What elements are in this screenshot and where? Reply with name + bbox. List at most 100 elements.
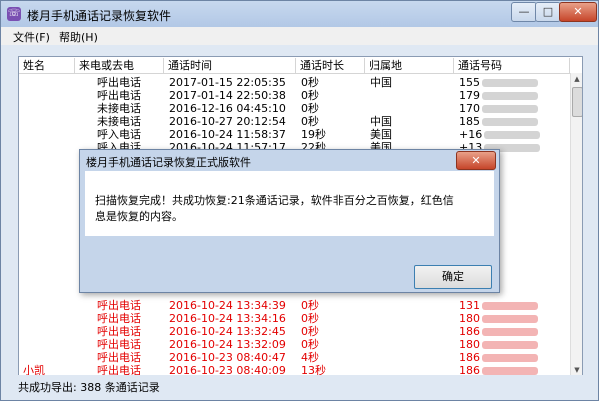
menu-bar: 文件(F) 帮助(H) [1, 27, 598, 45]
cell-time: 2016-10-24 11:58:37 [169, 128, 295, 141]
cell-type: 呼出电话 [97, 312, 163, 325]
ok-button[interactable]: 确定 [414, 265, 492, 289]
cell-duration: 0秒 [301, 89, 363, 102]
cell-time-text: 2016-10-24 13:32:09 [169, 338, 286, 351]
menu-help[interactable]: 帮助(H) [59, 29, 98, 45]
cell-type-text: 呼出电话 [97, 338, 141, 351]
phone-app-icon: ☏ [7, 7, 21, 21]
table-row[interactable]: 未接电话 2016-10-27 20:12:54 0秒 中国 185 [19, 115, 570, 128]
cell-time: 2016-10-24 13:32:45 [169, 325, 295, 338]
cell-number-text: +16 [459, 128, 483, 141]
dialog-title: 楼月手机通话记录恢复正式版软件 [86, 156, 251, 169]
cell-type: 呼入电话 [97, 128, 163, 141]
column-header-duration[interactable]: 通话时长 [296, 58, 365, 73]
cell-type-text: 未接电话 [97, 115, 141, 128]
cell-duration-text: 0秒 [301, 325, 319, 338]
vertical-scrollbar[interactable]: ▲ ▼ [570, 73, 582, 376]
column-header-time[interactable]: 通话时间 [164, 58, 296, 73]
cell-duration-text: 0秒 [301, 312, 319, 325]
cell-number: 185 [459, 115, 569, 128]
close-button[interactable]: ✕ [559, 2, 597, 22]
cell-number-text: 131 [459, 299, 480, 312]
table-row[interactable]: 呼出电话 2016-10-24 13:32:09 0秒 180 [19, 338, 570, 351]
cell-number-text: 180 [459, 338, 480, 351]
cell-location-text: 美国 [370, 128, 392, 141]
cell-number-text: 185 [459, 115, 480, 128]
cell-type: 呼出电话 [97, 351, 163, 364]
cell-number: 186 [459, 325, 569, 338]
cell-type-text: 呼出电话 [97, 89, 141, 102]
table-row[interactable]: 呼出电话 2016-10-24 13:34:39 0秒 131 [19, 299, 570, 312]
scroll-up-icon[interactable]: ▲ [571, 73, 582, 85]
cell-time-text: 2016-10-24 13:34:16 [169, 312, 286, 325]
cell-type: 呼出电话 [97, 338, 163, 351]
cell-number: 155 [459, 76, 569, 89]
table-row[interactable]: 呼出电话 2016-10-24 13:34:16 0秒 180 [19, 312, 570, 325]
redacted-digits [482, 328, 538, 336]
cell-duration: 0秒 [301, 76, 363, 89]
cell-duration-text: 19秒 [301, 128, 326, 141]
table-row[interactable]: 呼出电话 2016-10-24 13:32:45 0秒 186 [19, 325, 570, 338]
cell-location-text: 中国 [370, 115, 392, 128]
cell-type: 未接电话 [97, 115, 163, 128]
table-header: 姓名 来电或去电 通话时间 通话时长 归属地 通话号码 [19, 57, 582, 74]
cell-time-text: 2016-10-24 11:58:37 [169, 128, 286, 141]
column-header-name[interactable]: 姓名 [19, 58, 75, 73]
cell-type: 呼出电话 [97, 299, 163, 312]
dialog-close-button[interactable]: ✕ [456, 151, 496, 170]
menu-file[interactable]: 文件(F) [13, 29, 50, 45]
redacted-digits [482, 354, 538, 362]
status-text: 共成功导出: 388 条通话记录 [18, 381, 160, 394]
cell-time: 2016-12-16 04:45:10 [169, 102, 295, 115]
cell-time-text: 2016-12-16 04:45:10 [169, 102, 286, 115]
cell-number: 180 [459, 312, 569, 325]
cell-time-text: 2016-10-23 08:40:47 [169, 351, 286, 364]
column-header-location[interactable]: 归属地 [365, 58, 454, 73]
cell-type-text: 呼出电话 [97, 351, 141, 364]
redacted-digits [482, 315, 538, 323]
cell-duration: 19秒 [301, 128, 363, 141]
redacted-digits [482, 118, 538, 126]
title-bar[interactable]: ☏ 楼月手机通话记录恢复软件 — □ ✕ [1, 1, 598, 27]
cell-number: +16 [459, 128, 569, 141]
column-header-number[interactable]: 通话号码 [454, 58, 570, 73]
cell-type-text: 呼入电话 [97, 128, 141, 141]
cell-type: 呼出电话 [97, 325, 163, 338]
cell-time: 2016-10-23 08:40:47 [169, 351, 295, 364]
cell-duration-text: 0秒 [301, 102, 319, 115]
dialog-message: 扫描恢复完成！共成功恢复:21条通话记录，软件非百分之百恢复，红色信息是恢复的内… [95, 194, 454, 223]
cell-duration-text: 4秒 [301, 351, 319, 364]
cell-type-text: 呼出电话 [97, 76, 141, 89]
cell-location: 美国 [370, 128, 452, 141]
cell-number: 186 [459, 351, 569, 364]
scroll-thumb[interactable] [572, 87, 582, 117]
table-row[interactable]: 呼出电话 2017-01-15 22:05:35 0秒 中国 155 [19, 76, 570, 89]
table-row[interactable]: 呼出电话 2016-10-23 08:40:47 4秒 186 [19, 351, 570, 364]
cell-number-text: 186 [459, 351, 480, 364]
minimize-button[interactable]: — [511, 2, 537, 22]
redacted-digits [484, 131, 541, 139]
column-header-direction[interactable]: 来电或去电 [75, 58, 164, 73]
table-row[interactable]: 呼出电话 2017-01-14 22:50:38 0秒 179 [19, 89, 570, 102]
cell-type-text: 未接电话 [97, 102, 141, 115]
redacted-digits [482, 79, 538, 87]
cell-number-text: 179 [459, 89, 480, 102]
cell-duration: 4秒 [301, 351, 363, 364]
cell-number-text: 155 [459, 76, 480, 89]
table-row[interactable]: 呼入电话 2016-10-24 11:58:37 19秒 美国 +16 [19, 128, 570, 141]
maximize-button[interactable]: □ [535, 2, 561, 22]
cell-duration: 0秒 [301, 115, 363, 128]
cell-time: 2016-10-24 13:34:16 [169, 312, 295, 325]
cell-type: 未接电话 [97, 102, 163, 115]
cell-time-text: 2016-10-27 20:12:54 [169, 115, 286, 128]
redacted-digits [482, 302, 538, 310]
cell-time: 2016-10-27 20:12:54 [169, 115, 295, 128]
cell-duration: 0秒 [301, 312, 363, 325]
cell-number: 180 [459, 338, 569, 351]
cell-duration-text: 0秒 [301, 338, 319, 351]
cell-duration-text: 0秒 [301, 89, 319, 102]
cell-time: 2017-01-14 22:50:38 [169, 89, 295, 102]
window-title: 楼月手机通话记录恢复软件 [27, 9, 172, 23]
table-row[interactable]: 未接电话 2016-12-16 04:45:10 0秒 170 [19, 102, 570, 115]
cell-number: 131 [459, 299, 569, 312]
